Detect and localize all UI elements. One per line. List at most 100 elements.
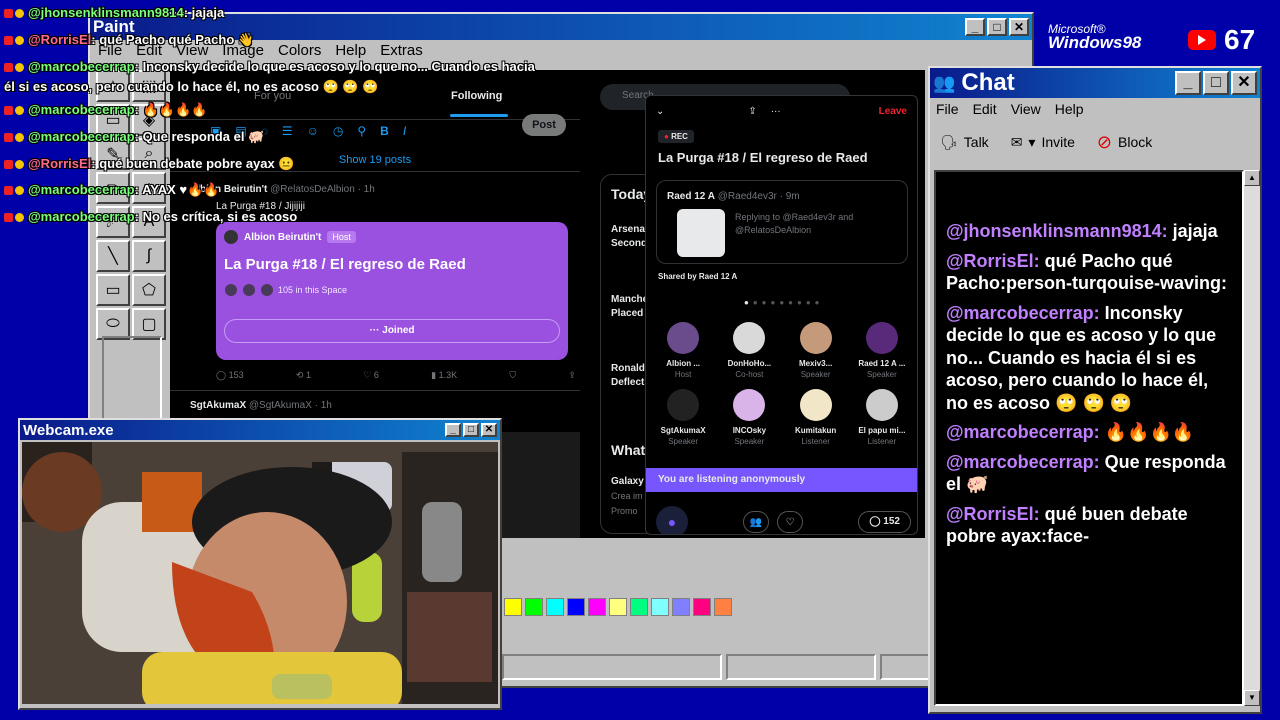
trend-item[interactable]: Galaxy bbox=[611, 476, 644, 487]
speaker-name: INCOsky bbox=[732, 426, 767, 435]
speaker-item[interactable]: Raed 12 A ... Speaker bbox=[849, 322, 915, 379]
speaker-item[interactable]: Mexiv3... Speaker bbox=[783, 322, 849, 379]
chat-username[interactable]: @RorrisEl: bbox=[946, 504, 1040, 524]
reaction-icon[interactable]: ♡ bbox=[777, 511, 804, 533]
color-swatch[interactable] bbox=[504, 598, 522, 616]
post2-author[interactable]: SgtAkumaX bbox=[190, 400, 246, 411]
member-badge-icon bbox=[15, 213, 24, 223]
repost-button[interactable]: ⟲ 1 bbox=[296, 370, 311, 381]
viewer-count-value: 67 bbox=[1224, 24, 1256, 55]
chat-toolbar: 🗣 Talk ✉ ▾ Invite ⊘ Block bbox=[930, 120, 1260, 164]
maximize-button[interactable]: □ bbox=[1203, 71, 1229, 95]
block-button[interactable]: ⊘ Block bbox=[1097, 132, 1152, 153]
line-icon[interactable]: ╲ bbox=[96, 240, 130, 272]
speaker-role: Speaker bbox=[668, 437, 699, 446]
color-swatch[interactable] bbox=[651, 598, 669, 616]
bookmark-icon[interactable]: ⛉ bbox=[509, 370, 516, 381]
close-button[interactable]: ✕ bbox=[1231, 71, 1257, 95]
minimize-button[interactable]: _ bbox=[965, 18, 985, 36]
color-swatch[interactable] bbox=[588, 598, 606, 616]
speaker-item[interactable]: El papu mi... Listener bbox=[849, 389, 915, 446]
member-badge-icon bbox=[15, 9, 24, 18]
scroll-up-icon[interactable]: ▲ bbox=[1244, 170, 1260, 186]
avatar bbox=[733, 389, 766, 421]
speaker-item[interactable]: Kumitakun Listener bbox=[783, 389, 849, 446]
space-card[interactable]: Albion Beirutin't Host La Purga #18 / El… bbox=[216, 222, 568, 360]
menu-help[interactable]: Help bbox=[1055, 101, 1084, 117]
webcam-titlebar[interactable]: Webcam.exe _ □ ✕ bbox=[20, 420, 500, 440]
color-swatch[interactable] bbox=[630, 598, 648, 616]
chat-scrollbar[interactable]: ▲ ▼ bbox=[1244, 170, 1260, 706]
minimize-button[interactable]: _ bbox=[1175, 71, 1201, 95]
menu-view[interactable]: View bbox=[1011, 101, 1041, 117]
invite-button[interactable]: ✉ ▾ Invite bbox=[1011, 134, 1075, 151]
space-dock-title: La Purga #18 / El regreso de Raed bbox=[658, 150, 868, 165]
chat-username[interactable]: @RorrisEl: bbox=[946, 251, 1040, 271]
color-swatch[interactable] bbox=[567, 598, 585, 616]
color-swatch[interactable] bbox=[693, 598, 711, 616]
menu-file[interactable]: File bbox=[936, 101, 959, 117]
trend-item[interactable]: Second bbox=[611, 238, 647, 249]
color-swatch[interactable] bbox=[672, 598, 690, 616]
member-badge-icon bbox=[15, 106, 24, 116]
views-button[interactable]: ▮ 1.3K bbox=[431, 370, 457, 381]
comments-button[interactable]: ◯ 152 bbox=[858, 511, 911, 533]
speaker-role: Listener bbox=[867, 437, 897, 446]
shared-post-card[interactable]: Raed 12 A @Raed4ev3r · 9m Replying to @R… bbox=[656, 180, 908, 264]
like-button[interactable]: ♡ 6 bbox=[363, 370, 379, 381]
trend-item[interactable]: Arsena bbox=[611, 224, 645, 235]
rectangle-icon[interactable]: ▭ bbox=[96, 274, 130, 306]
anonymous-banner: You are listening anonymously bbox=[646, 468, 917, 492]
windows98-logo: Microsoft® Windows98 bbox=[1048, 22, 1141, 53]
leave-button[interactable]: Leave bbox=[879, 106, 907, 117]
scroll-down-icon[interactable]: ▼ bbox=[1244, 690, 1260, 706]
color-swatch[interactable] bbox=[609, 598, 627, 616]
chat-username[interactable]: @marcobecerrap: bbox=[946, 452, 1100, 472]
speaker-item[interactable]: DonHoHo... Co-host bbox=[716, 322, 782, 379]
youtube-badge-icon bbox=[4, 35, 13, 45]
color-swatch[interactable] bbox=[525, 598, 543, 616]
maximize-button[interactable]: □ bbox=[987, 18, 1007, 36]
trend-item[interactable]: Manche bbox=[611, 294, 648, 305]
polygon-icon[interactable]: ⬠ bbox=[132, 274, 166, 306]
post2-image[interactable] bbox=[500, 432, 580, 538]
share-icon[interactable]: ⇪ bbox=[568, 370, 576, 381]
chat-username[interactable]: @marcobecerrap: bbox=[946, 303, 1100, 323]
speaker-item[interactable]: Albion ... Host bbox=[650, 322, 716, 379]
chat-username[interactable]: @marcobecerrap: bbox=[946, 422, 1100, 442]
more-icon[interactable]: ··· bbox=[771, 106, 781, 117]
speaker-name: Mexiv3... bbox=[798, 359, 833, 368]
space-dock-header: ⌄ ⇪ ··· Leave bbox=[656, 106, 907, 117]
post1-actions: ◯ 153 ⟲ 1 ♡ 6 ▮ 1.3K ⛉ ⇪ bbox=[216, 370, 576, 381]
space-listeners: 105 in this Space bbox=[224, 283, 560, 297]
collapse-icon[interactable]: ⌄ bbox=[656, 106, 664, 117]
speaker-name: Kumitakun bbox=[794, 426, 837, 435]
share-icon[interactable]: ⇪ bbox=[748, 106, 756, 117]
close-button[interactable]: ✕ bbox=[481, 423, 497, 437]
avatar bbox=[667, 322, 700, 354]
minimize-button[interactable]: _ bbox=[445, 423, 461, 437]
trend-item[interactable]: Deflect bbox=[611, 377, 644, 388]
color-swatch[interactable] bbox=[546, 598, 564, 616]
color-swatch[interactable] bbox=[714, 598, 732, 616]
chat-username[interactable]: @jhonsenklinsmann9814: bbox=[946, 221, 1168, 241]
menu-edit[interactable]: Edit bbox=[973, 101, 997, 117]
trend-item[interactable]: Placed bbox=[611, 308, 643, 319]
joined-button[interactable]: ··· Joined bbox=[224, 319, 560, 343]
talk-button[interactable]: 🗣 Talk bbox=[940, 134, 989, 151]
joined-label: Joined bbox=[382, 325, 415, 336]
reply-button[interactable]: ◯ 153 bbox=[216, 370, 244, 381]
maximize-button[interactable]: □ bbox=[463, 423, 479, 437]
curve-icon[interactable]: ∫ bbox=[132, 240, 166, 272]
overlay-username: @RorrisEl bbox=[28, 155, 92, 171]
close-button[interactable]: ✕ bbox=[1009, 18, 1029, 36]
repost-count: 1 bbox=[305, 370, 311, 380]
member-badge-icon bbox=[15, 133, 24, 143]
like-count: 6 bbox=[373, 370, 379, 380]
chat-titlebar[interactable]: 👥 Chat _ □ ✕ bbox=[930, 68, 1260, 98]
speaker-item[interactable]: INCOsky Speaker bbox=[716, 389, 782, 446]
speaker-item[interactable]: SgtAkumaX Speaker bbox=[650, 389, 716, 446]
people-icon[interactable]: 👥 bbox=[743, 511, 770, 533]
microphone-icon[interactable]: ● bbox=[656, 506, 688, 534]
shared-post-thumbnail bbox=[677, 209, 725, 257]
